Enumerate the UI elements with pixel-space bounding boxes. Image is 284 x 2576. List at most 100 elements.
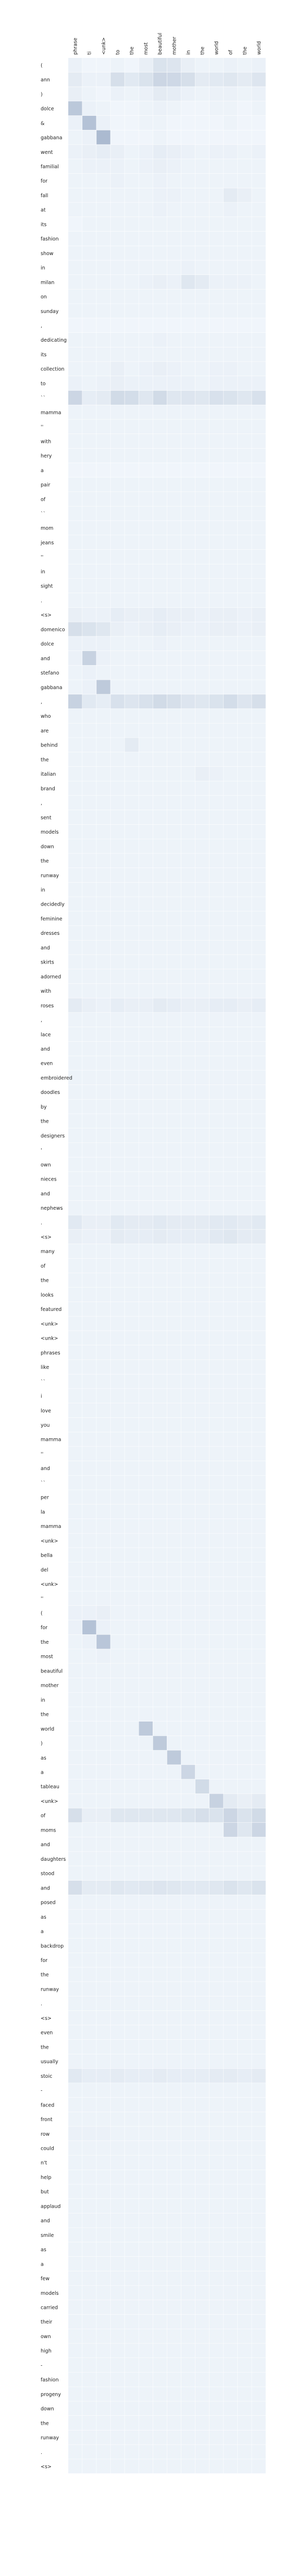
heatmap-cell	[153, 2083, 167, 2098]
heatmap-cell	[68, 332, 82, 347]
heatmap-cell	[209, 955, 224, 969]
heatmap-cell	[82, 1692, 96, 1707]
heatmap-cell	[224, 925, 238, 940]
heatmap-cell	[82, 925, 96, 940]
heatmap-cell	[252, 1692, 266, 1707]
heatmap-cell	[209, 1244, 224, 1258]
y-tick-label: ``	[41, 1480, 46, 1486]
heatmap-cell	[82, 2256, 96, 2271]
heatmap-cell	[110, 2199, 125, 2213]
heatmap-cell	[238, 1649, 252, 1664]
heatmap-cell	[195, 752, 209, 767]
heatmap-cell	[125, 1504, 139, 1519]
heatmap-cell	[238, 738, 252, 752]
heatmap-cell	[125, 1576, 139, 1591]
heatmap-cell	[110, 115, 125, 130]
heatmap-cell	[181, 2459, 195, 2474]
heatmap-cell	[82, 752, 96, 767]
heatmap-cell	[252, 332, 266, 347]
heatmap-cell	[252, 2372, 266, 2387]
heatmap-cell	[96, 1808, 110, 1823]
heatmap-cell	[82, 1331, 96, 1345]
heatmap-cell	[238, 2300, 252, 2315]
heatmap-cell	[96, 796, 110, 810]
heatmap-cell	[209, 1692, 224, 1707]
heatmap-cell	[195, 1533, 209, 1548]
heatmap-cell	[82, 1114, 96, 1128]
heatmap-cell	[110, 2445, 125, 2459]
heatmap-cell	[125, 549, 139, 564]
heatmap-cell	[82, 1273, 96, 1287]
heatmap-cell	[252, 1447, 266, 1461]
heatmap-cell	[181, 2025, 195, 2040]
heatmap-cell	[195, 796, 209, 810]
heatmap-cell	[139, 1750, 153, 1765]
heatmap-cell	[209, 1620, 224, 1634]
heatmap-cell	[68, 1866, 82, 1881]
heatmap-cell	[153, 1880, 167, 1895]
heatmap-cell	[82, 2242, 96, 2257]
heatmap-cell	[96, 1576, 110, 1591]
y-tick-label: by	[41, 1104, 47, 1110]
heatmap-cell	[96, 477, 110, 492]
heatmap-cell	[195, 390, 209, 405]
heatmap-cell	[82, 289, 96, 304]
heatmap-cell	[110, 2372, 125, 2387]
heatmap-cell	[68, 1041, 82, 1056]
heatmap-cell	[224, 579, 238, 593]
x-tick-label: the	[129, 46, 135, 55]
heatmap-cell	[167, 1996, 181, 2011]
heatmap-cell	[252, 2430, 266, 2445]
heatmap-cell	[139, 796, 153, 810]
heatmap-cell	[195, 521, 209, 535]
heatmap-cell	[224, 810, 238, 825]
heatmap-cell	[68, 448, 82, 463]
heatmap-cell	[125, 188, 139, 202]
heatmap-cell	[167, 2387, 181, 2401]
heatmap-cell	[96, 2155, 110, 2170]
heatmap-cell	[238, 1606, 252, 1620]
heatmap-cell	[252, 1186, 266, 1201]
heatmap-cell	[96, 188, 110, 202]
heatmap-cell	[195, 1244, 209, 1258]
heatmap-cell	[224, 680, 238, 694]
heatmap-cell	[252, 1461, 266, 1475]
heatmap-cell	[224, 246, 238, 260]
heatmap-cell	[68, 1938, 82, 1953]
heatmap-cell	[252, 115, 266, 130]
heatmap-cell	[167, 434, 181, 449]
heatmap-cell	[110, 405, 125, 419]
heatmap-cell	[252, 202, 266, 217]
heatmap-cell	[195, 766, 209, 781]
heatmap-cell	[252, 2040, 266, 2054]
heatmap-cell	[224, 1099, 238, 1114]
heatmap-cell	[181, 824, 195, 839]
heatmap-cell	[224, 1721, 238, 1736]
heatmap-cell	[153, 1504, 167, 1519]
heatmap-cell	[68, 1548, 82, 1562]
y-tick-label: many	[41, 1249, 55, 1255]
heatmap-cell	[238, 1258, 252, 1273]
heatmap-cell	[252, 868, 266, 883]
heatmap-cell	[68, 2329, 82, 2343]
heatmap-cell	[167, 1056, 181, 1070]
heatmap-cell	[181, 1837, 195, 1851]
heatmap-cell	[110, 2300, 125, 2315]
heatmap-cell	[209, 1765, 224, 1779]
heatmap-cell	[68, 246, 82, 260]
heatmap-cell	[195, 1779, 209, 1793]
heatmap-cell	[139, 202, 153, 217]
heatmap-cell	[96, 2141, 110, 2156]
heatmap-cell	[110, 1475, 125, 1490]
heatmap-cell	[153, 1808, 167, 1823]
heatmap-cell	[195, 2256, 209, 2271]
heatmap-cell	[224, 2068, 238, 2083]
heatmap-cell	[209, 145, 224, 159]
y-tick-label: their	[41, 2319, 52, 2325]
heatmap-cell	[82, 2040, 96, 2054]
heatmap-cell	[209, 231, 224, 246]
heatmap-cell	[68, 2054, 82, 2068]
heatmap-cell	[110, 1172, 125, 1186]
heatmap-cell	[153, 347, 167, 362]
y-tick-label: ''	[41, 1451, 43, 1457]
